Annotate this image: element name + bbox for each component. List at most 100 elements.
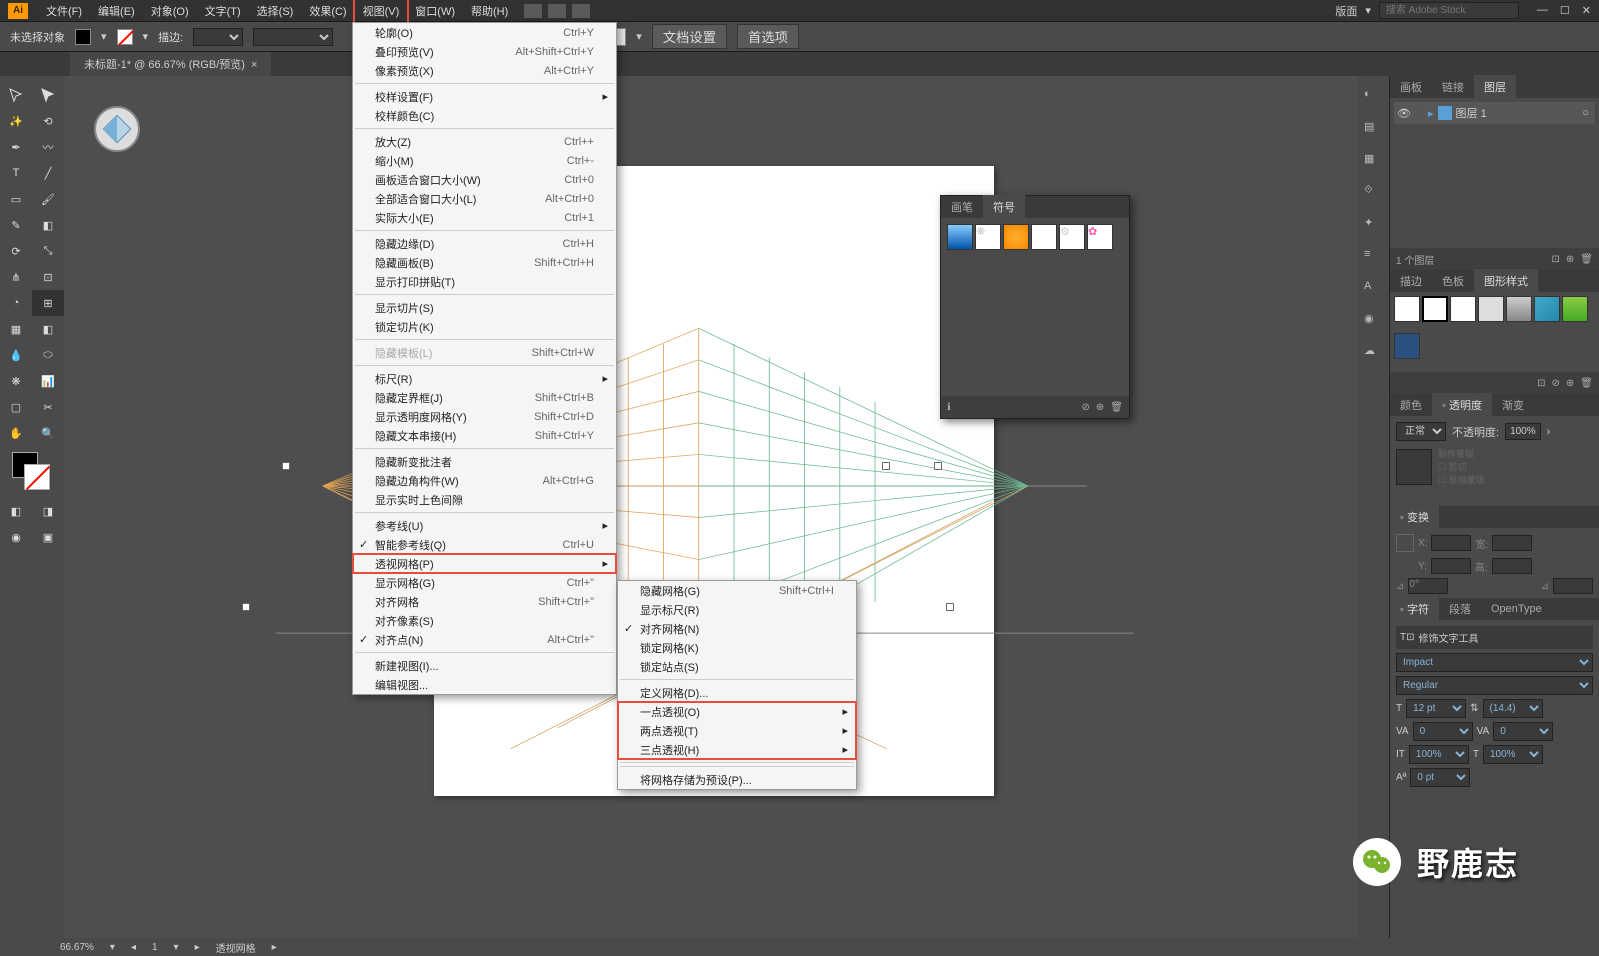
view-menu-item[interactable]: 校样颜色(C)	[353, 106, 616, 125]
view-menu-item[interactable]: 显示透明度网格(Y)Shift+Ctrl+D	[353, 407, 616, 426]
menu-file[interactable]: 文件(F)	[38, 0, 90, 22]
brush-def[interactable]	[253, 28, 333, 46]
paintbrush-tool[interactable]: 🖌	[32, 186, 64, 212]
horizon-right-handle[interactable]	[934, 462, 942, 470]
view-menu-item[interactable]: 锁定切片(K)	[353, 317, 616, 336]
scale-tool[interactable]: ⤡	[32, 238, 64, 264]
style-swatch-2[interactable]	[1422, 296, 1448, 322]
rectangle-tool[interactable]: ▭	[0, 186, 32, 212]
view-menu-item[interactable]: 隐藏边角构件(W)Alt+Ctrl+G	[353, 471, 616, 490]
perspective-menu-item[interactable]: 将网格存储为预设(P)...	[618, 770, 856, 789]
color-dock-icon[interactable]: ◐	[1364, 88, 1382, 106]
menu-view[interactable]: 视图(V)	[355, 0, 408, 22]
swatches-dock-icon[interactable]: ▦	[1364, 152, 1382, 170]
view-menu-item[interactable]: 标尺(R)▸	[353, 369, 616, 388]
style-swatch-4[interactable]	[1478, 296, 1504, 322]
swatches-tab[interactable]: 色板	[1432, 269, 1474, 293]
prefs-btn[interactable]: 首选项	[737, 24, 799, 49]
ref-point[interactable]	[1396, 534, 1414, 552]
lasso-tool[interactable]: ⟲	[32, 108, 64, 134]
libraries-dock-icon[interactable]: ☁	[1364, 344, 1382, 362]
view-menu-item[interactable]: 全部适合窗口大小(L)Alt+Ctrl+0	[353, 189, 616, 208]
view-menu-item[interactable]: 隐藏画板(B)Shift+Ctrl+H	[353, 253, 616, 272]
stroke-weight[interactable]	[193, 28, 243, 46]
zoom-tool[interactable]: 🔍	[32, 420, 64, 446]
graphic-styles-tab[interactable]: 图形样式	[1474, 269, 1538, 293]
curvature-tool[interactable]: 〰	[32, 134, 64, 160]
draw-mode[interactable]: ◉	[0, 524, 32, 550]
eyedropper-tool[interactable]: 💧	[0, 342, 32, 368]
perspective-menu-item[interactable]: ✓对齐网格(N)	[618, 619, 856, 638]
width-tool[interactable]: ⋔	[0, 264, 32, 290]
blend-mode[interactable]: 正常	[1396, 422, 1446, 441]
view-menu-item[interactable]: 隐藏文本串接(H)Shift+Ctrl+Y	[353, 426, 616, 445]
view-menu-item[interactable]: ✓对齐点(N)Alt+Ctrl+"	[353, 630, 616, 649]
brushes-tab[interactable]: 画笔	[941, 195, 983, 219]
perspective-menu-item[interactable]: 一点透视(O)▸	[618, 702, 856, 721]
baseline-shift[interactable]: 0 pt	[1410, 768, 1470, 787]
style-swatch-5[interactable]	[1506, 296, 1532, 322]
perspective-menu-item[interactable]: 三点透视(H)▸	[618, 740, 856, 759]
view-menu-item[interactable]: 隐藏定界框(J)Shift+Ctrl+B	[353, 388, 616, 407]
symbol-5[interactable]: ⚙	[1059, 224, 1085, 250]
st-icon[interactable]	[548, 4, 566, 18]
view-menu-item[interactable]: 叠印预览(V)Alt+Shift+Ctrl+Y	[353, 42, 616, 61]
menu-select[interactable]: 选择(S)	[249, 0, 302, 22]
shaper-tool[interactable]: ✎	[0, 212, 32, 238]
view-menu-item[interactable]: 放大(Z)Ctrl++	[353, 132, 616, 151]
view-menu-item[interactable]: 轮廓(O)Ctrl+Y	[353, 23, 616, 42]
symbol-sprayer-tool[interactable]: ❋	[0, 368, 32, 394]
opacity-value[interactable]: 100%	[1505, 423, 1541, 440]
view-menu-item[interactable]: 显示网格(G)Ctrl+"	[353, 573, 616, 592]
eraser-tool[interactable]: ◧	[32, 212, 64, 238]
magic-wand-tool[interactable]: ✨	[0, 108, 32, 134]
blend-tool[interactable]: ⬭	[32, 342, 64, 368]
direct-selection-tool[interactable]	[32, 82, 64, 108]
font-style[interactable]: Regular	[1396, 676, 1593, 695]
gradient-tool[interactable]: ◧	[32, 316, 64, 342]
view-menu-item[interactable]: 隐藏模板(L)Shift+Ctrl+W	[353, 343, 616, 362]
transform-tab[interactable]: ◦ 变换	[1390, 505, 1439, 529]
perspective-menu-item[interactable]: 两点透视(T)▸	[618, 721, 856, 740]
touch-type-tool[interactable]: 修饰文字工具	[1419, 630, 1479, 645]
view-menu-item[interactable]: 实际大小(E)Ctrl+1	[353, 208, 616, 227]
fill-stroke-control[interactable]	[12, 452, 52, 492]
menu-effect[interactable]: 效果(C)	[301, 0, 354, 22]
selection-tool[interactable]	[0, 82, 32, 108]
symbol-1[interactable]	[947, 224, 973, 250]
perspective-menu-item[interactable]: 显示标尺(R)	[618, 600, 856, 619]
mask-thumb[interactable]	[1396, 449, 1432, 485]
view-menu-item[interactable]: 透视网格(P)▸	[353, 554, 616, 573]
workspace-switcher[interactable]: 版面	[1335, 3, 1357, 19]
screen-mode[interactable]: ▣	[32, 524, 64, 550]
right-vanishing-point[interactable]	[882, 462, 890, 470]
symbol-4[interactable]	[1031, 224, 1057, 250]
color-tab2[interactable]: 颜色	[1390, 393, 1432, 417]
mesh-tool[interactable]: ▦	[0, 316, 32, 342]
shape-builder-tool[interactable]: ◔	[0, 290, 32, 316]
view-menu-item[interactable]: 对齐网格Shift+Ctrl+"	[353, 592, 616, 611]
brush-dock-icon[interactable]: ⟐	[1364, 184, 1382, 202]
perspective-plane-widget[interactable]	[94, 106, 140, 152]
style-swatch-6[interactable]	[1534, 296, 1560, 322]
view-menu-item[interactable]: 显示实时上色间隙	[353, 490, 616, 509]
view-menu-item[interactable]: 画板适合窗口大小(W)Ctrl+0	[353, 170, 616, 189]
perspective-menu-item[interactable]: 锁定站点(S)	[618, 657, 856, 676]
layers-tab[interactable]: 图层	[1474, 75, 1516, 99]
menu-object[interactable]: 对象(O)	[143, 0, 197, 22]
view-menu-item[interactable]: 像素预览(X)Alt+Ctrl+Y	[353, 61, 616, 80]
symbol-2[interactable]: ❋	[975, 224, 1001, 250]
document-tab[interactable]: 未标题-1* @ 66.67% (RGB/预览) ×	[70, 52, 271, 76]
menu-edit[interactable]: 编辑(E)	[90, 0, 143, 22]
view-menu-item[interactable]: 新建视图(I)...	[353, 656, 616, 675]
view-menu-item[interactable]: 编辑视图...	[353, 675, 616, 694]
line-tool[interactable]: ╱	[32, 160, 64, 186]
ground-right-handle[interactable]	[946, 603, 954, 611]
slice-tool[interactable]: ✂	[32, 394, 64, 420]
character-tab[interactable]: ◦ 字符	[1390, 597, 1439, 621]
view-menu-item[interactable]: 校样设置(F)▸	[353, 87, 616, 106]
close-btn[interactable]: ✕	[1582, 4, 1591, 17]
font-size[interactable]: 12 pt	[1406, 699, 1466, 718]
h-scale[interactable]: 100%	[1483, 745, 1543, 764]
font-family[interactable]: Impact	[1396, 653, 1593, 672]
